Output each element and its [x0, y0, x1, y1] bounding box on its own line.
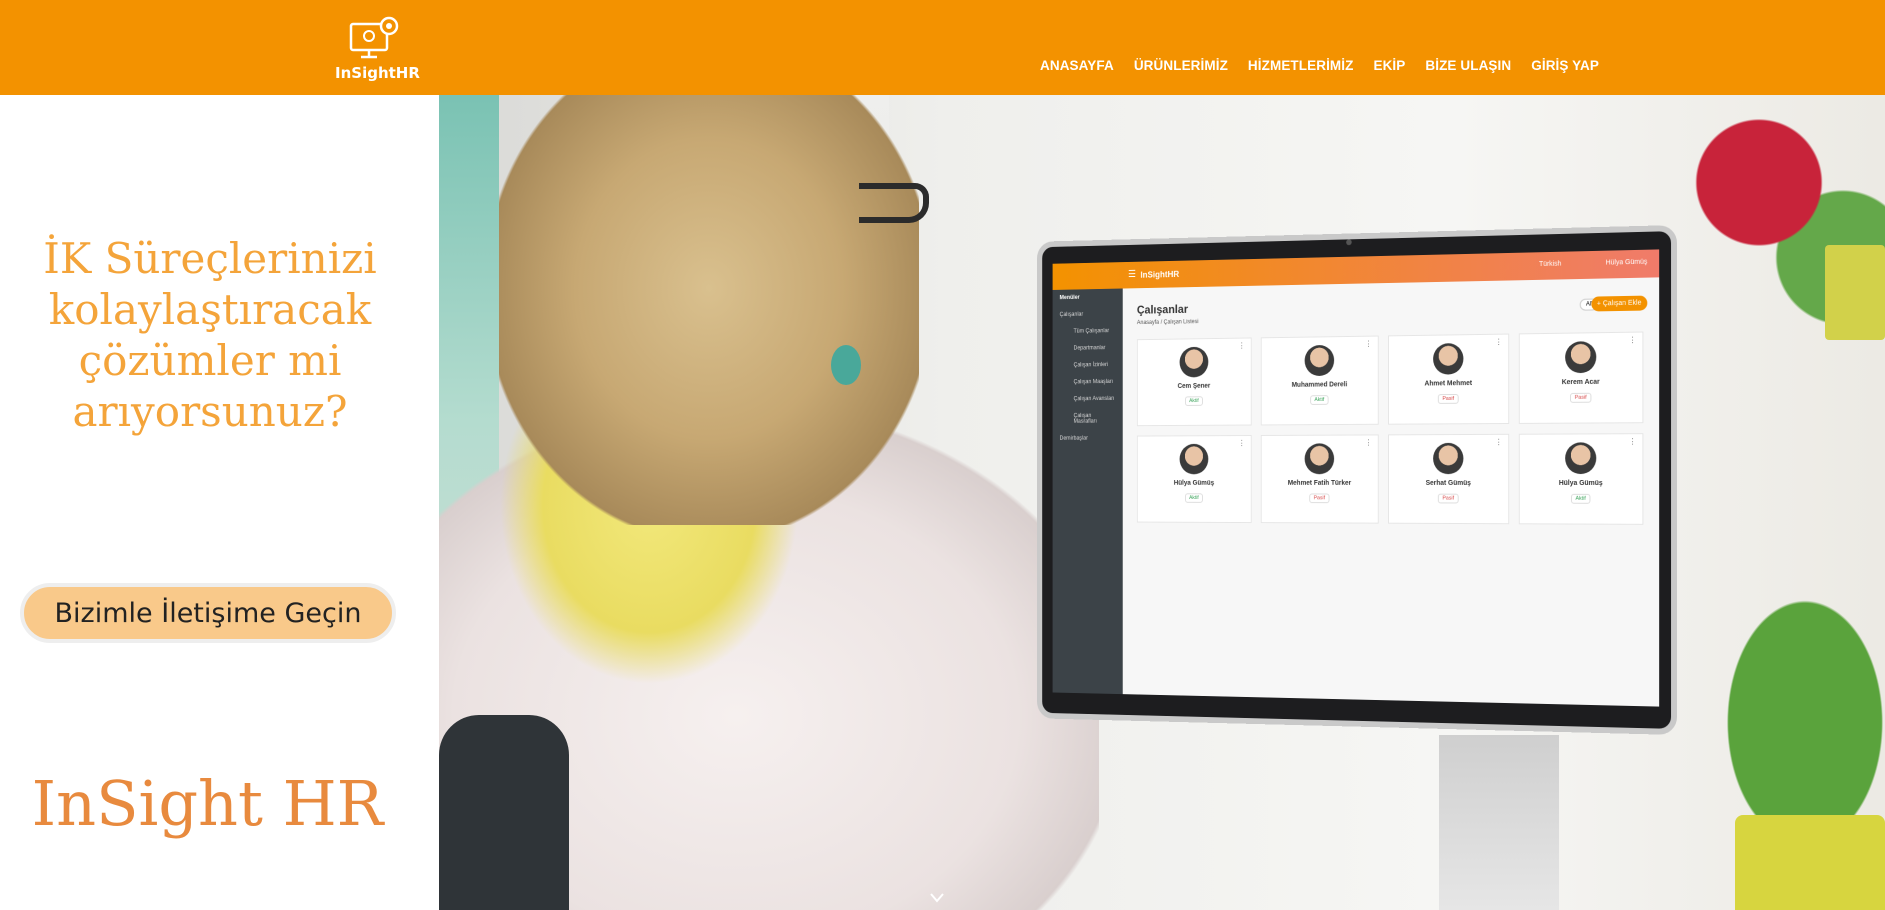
employee-status: Pasif [1309, 493, 1330, 504]
employee-name: Mehmet Fatih Türker [1287, 480, 1352, 487]
more-options-icon: ⋮ [1628, 335, 1637, 345]
employee-name: Kerem Acar [1561, 378, 1600, 387]
employee-avatar [1179, 346, 1209, 378]
top-header: InSightHR ANASAYFA ÜRÜNLERİMİZ HİZMETLER… [0, 0, 1885, 95]
scroll-down-chevron-icon[interactable] [930, 893, 944, 903]
employee-status: Pasif [1437, 393, 1459, 404]
employee-status: Pasif [1437, 493, 1459, 504]
app-sidebar-item: Departmanlar [1073, 345, 1106, 352]
employee-status: Aktif [1184, 396, 1204, 406]
app-sidebar: Menüler Çalışanlar Tüm Çalışanlar Depart… [1052, 288, 1123, 695]
employee-name: Hülya Gümüş [1558, 480, 1603, 487]
employee-name: Muhammed Dereli [1291, 381, 1348, 389]
hero-left-panel: İK Süreçlerinizi kolaylaştıracak çözümle… [0, 95, 439, 910]
employee-avatar [1565, 341, 1597, 374]
more-options-icon: ⋮ [1364, 339, 1373, 349]
app-sidebar-item: Çalışan Maaşları [1073, 379, 1114, 386]
more-options-icon: ⋮ [1238, 438, 1246, 448]
employee-status: Pasif [1569, 392, 1592, 403]
main-nav: ANASAYFA ÜRÜNLERİMİZ HİZMETLERİMİZ EKİP … [1040, 58, 1599, 73]
nav-contact[interactable]: BİZE ULAŞIN [1425, 58, 1511, 73]
office-chair [439, 715, 569, 910]
employee-avatar [1304, 344, 1335, 377]
hero-heading: İK Süreçlerinizi kolaylaştıracak çözümle… [20, 233, 400, 437]
employee-status: Aktif [1570, 493, 1591, 504]
more-options-icon: ⋮ [1494, 437, 1503, 447]
employee-card: ⋮ Serhat Gümüş Pasif [1388, 433, 1510, 525]
app-sidebar-section: Menüler [1059, 295, 1080, 302]
hero-image: ☰ InSightHR Türkish Hülya Gümüş Menüler … [439, 95, 1885, 910]
hamburger-icon: ☰ [1128, 269, 1136, 280]
app-breadcrumb-item: Anasayfa [1136, 319, 1160, 327]
hero-heading-line-3: çözümler mi [78, 336, 342, 385]
app-sidebar-item: Demirbaşlar [1059, 435, 1088, 442]
foreground-pot [1735, 815, 1885, 910]
app-title: InSightHR [1140, 269, 1180, 280]
employee-avatar [1433, 343, 1464, 375]
logo-text: InSightHR [335, 64, 420, 82]
employee-name: Hülya Gümüş [1173, 480, 1215, 487]
brand-title: InSight HR [31, 767, 384, 840]
employee-avatar [1179, 443, 1209, 475]
hero-heading-line-2: kolaylaştıracak [48, 285, 372, 334]
employee-name: Serhat Gümüş [1425, 480, 1471, 487]
employee-card: ⋮ Kerem Acar Pasif [1518, 331, 1644, 424]
employee-avatar [1304, 443, 1335, 475]
employee-card: ⋮ Mehmet Fatih Türker Pasif [1260, 434, 1379, 524]
monitor-screen: ☰ InSightHR Türkish Hülya Gümüş Menüler … [1052, 249, 1660, 707]
employee-card: ⋮ Hülya Gümüş Aktif [1136, 435, 1252, 524]
employee-grid: ⋮ Cem Şener Aktif ⋮ Muhammed Dereli Akti… [1136, 331, 1644, 525]
employee-avatar [1433, 442, 1464, 475]
employee-card: ⋮ Hülya Gümüş Aktif [1518, 433, 1644, 525]
employee-card: ⋮ Muhammed Dereli Aktif [1260, 335, 1379, 426]
more-options-icon: ⋮ [1628, 437, 1637, 447]
nav-team[interactable]: EKİP [1373, 58, 1405, 73]
monitor-gear-icon [349, 16, 399, 59]
employee-status: Aktif [1309, 395, 1329, 405]
woman-glasses [859, 183, 929, 223]
monitor-stand [1439, 735, 1559, 910]
woman-hair [499, 95, 919, 525]
more-options-icon: ⋮ [1238, 341, 1246, 351]
employee-avatar [1565, 442, 1597, 475]
background-pot [1825, 245, 1885, 340]
monitor: ☰ InSightHR Türkish Hülya Gümüş Menüler … [1036, 225, 1677, 735]
app-breadcrumb-item: Çalışan Listesi [1163, 319, 1199, 326]
nav-login[interactable]: GİRİŞ YAP [1531, 58, 1599, 73]
employee-status: Aktif [1184, 493, 1204, 503]
app-sidebar-item: Tüm Çalışanlar [1073, 328, 1110, 335]
employee-name: Cem Şener [1177, 382, 1211, 390]
logo[interactable]: InSightHR [335, 14, 420, 84]
nav-products[interactable]: ÜRÜNLERİMİZ [1134, 58, 1228, 73]
app-main: Çalışanlar Anasayfa / Çalışan Listesi Al… [1123, 277, 1659, 706]
app-sidebar-item: Çalışan İzinleri [1073, 362, 1109, 369]
woman-earring [831, 345, 861, 385]
hero-heading-line-1: İK Süreçlerinizi [43, 234, 377, 283]
app-user: Hülya Gümüş [1605, 258, 1648, 267]
nav-home[interactable]: ANASAYFA [1040, 58, 1114, 73]
employee-card: ⋮ Cem Şener Aktif [1136, 337, 1252, 427]
app-sidebar-item: Çalışan Masrafları [1073, 413, 1097, 425]
hero-heading-line-4: arıyorsunuz? [72, 387, 348, 436]
employee-card: ⋮ Ahmet Mehmet Pasif [1388, 333, 1510, 425]
employee-name: Ahmet Mehmet [1424, 380, 1473, 388]
app-language: Türkish [1539, 260, 1562, 269]
app-sidebar-item: Çalışan Avansları [1073, 396, 1115, 403]
app-add-employee-button: + Çalışan Ekle [1591, 295, 1648, 312]
more-options-icon: ⋮ [1494, 337, 1503, 347]
contact-us-button[interactable]: Bizimle İletişime Geçin [20, 583, 396, 643]
app-sidebar-item: Çalışanlar [1059, 311, 1084, 318]
nav-services[interactable]: HİZMETLERİMİZ [1248, 58, 1354, 73]
more-options-icon: ⋮ [1364, 438, 1373, 448]
